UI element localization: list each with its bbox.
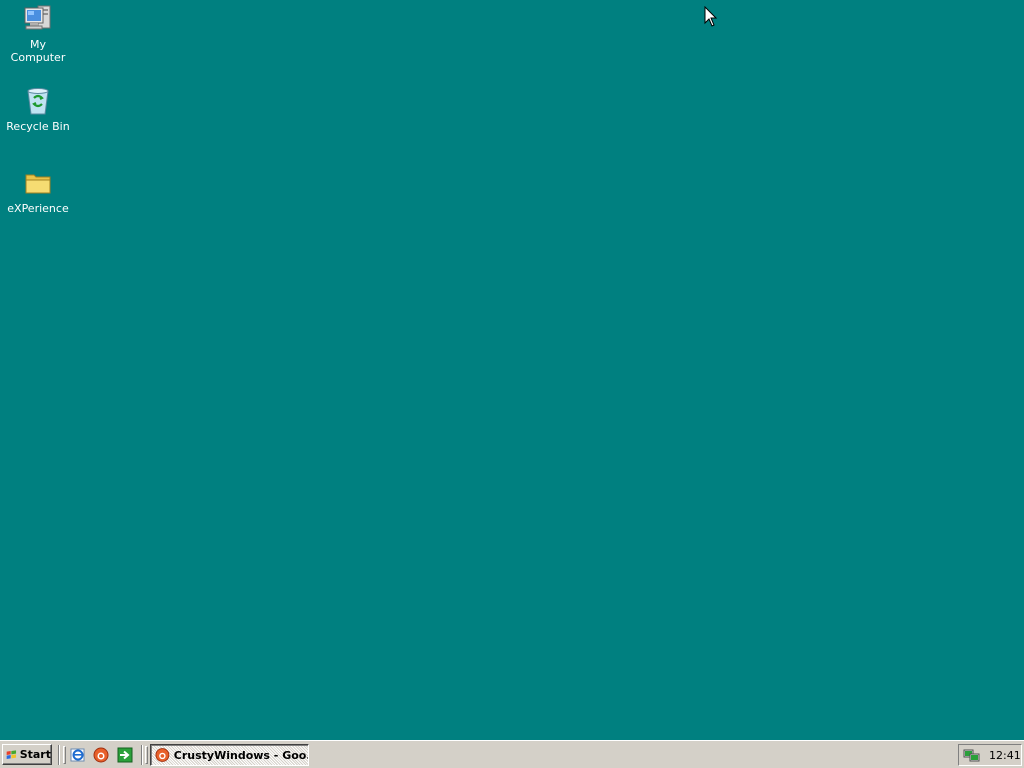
task-button-crustywindows[interactable]: CrustyWindows - Goo...: [150, 744, 309, 766]
network-tray-icon[interactable]: [963, 747, 981, 763]
taskbar: Start CrustyWindows - Goo... 12:41: [0, 740, 1024, 768]
desktop-icon-label: My Computer: [10, 38, 66, 64]
my-computer-icon: [24, 5, 51, 30]
taskbar-separator: [58, 745, 60, 765]
mouse-cursor-icon: [704, 6, 718, 27]
browser-icon: [155, 748, 170, 762]
start-label: Start: [19, 748, 51, 761]
desktop[interactable]: My Computer Recycle Bin eXPerience: [0, 0, 1024, 740]
desktop-icon-label: Recycle Bin: [6, 120, 70, 133]
task-area-grip[interactable]: [145, 746, 148, 764]
system-tray: 12:41: [958, 744, 1022, 766]
task-button-label: CrustyWindows - Goo...: [173, 748, 308, 762]
desktop-icon-recycle-bin[interactable]: Recycle Bin: [0, 84, 76, 133]
taskbar-separator: [141, 745, 143, 765]
tray-clock[interactable]: 12:41: [989, 749, 1021, 762]
start-button[interactable]: Start: [2, 744, 52, 765]
desktop-icon-experience[interactable]: eXPerience: [0, 166, 76, 215]
folder-icon: [25, 174, 51, 194]
windows-logo-icon: [6, 749, 17, 759]
desktop-icon-label: eXPerience: [7, 202, 69, 215]
green-arrow-icon[interactable]: [117, 747, 133, 763]
browser-icon[interactable]: [93, 747, 109, 763]
quick-launch-grip[interactable]: [63, 746, 66, 764]
desktop-icon-my-computer[interactable]: My Computer: [0, 2, 76, 64]
recycle-bin-icon: [27, 88, 49, 115]
internet-explorer-icon[interactable]: [70, 747, 86, 763]
